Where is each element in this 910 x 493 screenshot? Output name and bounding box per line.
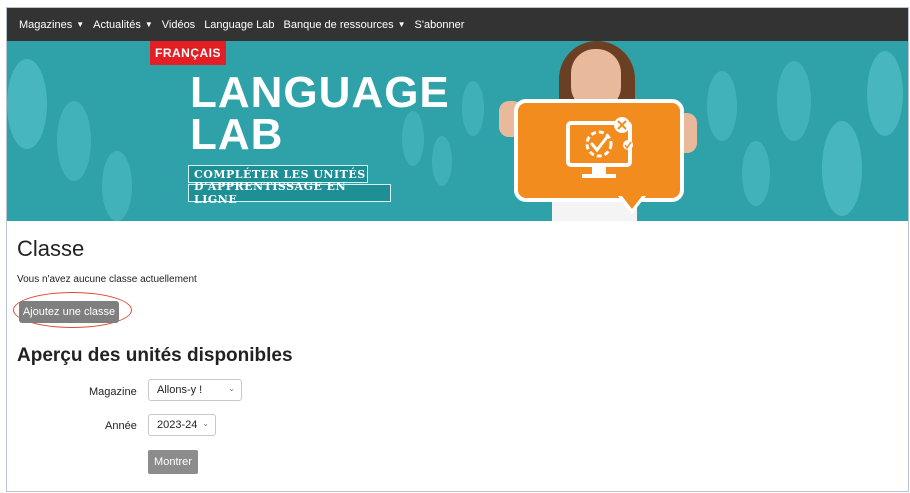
available-units-heading: Aperçu des unités disponibles: [17, 345, 293, 366]
banner-decoration: [102, 151, 132, 221]
no-class-message: Vous n'avez aucune classe actuellement: [17, 274, 197, 285]
speech-bubble-tail-inner: [622, 196, 642, 209]
nav-item-label: Actualités: [93, 18, 141, 31]
banner-decoration: [57, 101, 91, 181]
nav-item-label: Language Lab: [204, 18, 275, 31]
top-navigation-bar: Magazines ▼ Actualités ▼ Vidéos Language…: [7, 8, 908, 41]
browser-viewport: Magazines ▼ Actualités ▼ Vidéos Language…: [6, 7, 909, 492]
nav-item-label: Vidéos: [161, 18, 196, 31]
nav-item-banque-de-ressources[interactable]: Banque de ressources ▼: [284, 19, 406, 31]
magazine-selected-value: Allons-y !: [157, 384, 203, 396]
chevron-down-icon: ⌄: [228, 384, 235, 393]
magazine-select[interactable]: Allons-y ! ⌄: [148, 379, 242, 401]
language-badge: FRANÇAIS: [150, 41, 226, 65]
caret-down-icon: ▼: [397, 20, 406, 29]
annee-label: Année: [105, 420, 137, 432]
caret-down-icon: ▼: [144, 20, 153, 29]
language-lab-banner: FRANÇAIS LANGUAGE LAB COMPLÉTER LES UNIT…: [7, 41, 908, 221]
classe-heading: Classe: [17, 236, 85, 261]
annee-select[interactable]: 2023-24 ⌄: [148, 414, 216, 436]
banner-decoration: [7, 59, 47, 149]
banner-decoration: [822, 121, 862, 216]
computer-checkmark-gear-icon: [566, 117, 633, 178]
nav-item-label: S'abonner: [414, 18, 465, 31]
add-class-button[interactable]: Ajoutez une classe: [19, 301, 119, 323]
banner-decoration: [402, 111, 424, 166]
banner-subtitle-line2: D'APPRENTISSAGE EN LIGNE: [188, 180, 391, 206]
nav-item-label: Banque de ressources: [283, 18, 394, 31]
banner-decoration: [707, 71, 737, 141]
annee-selected-value: 2023-24: [157, 419, 198, 431]
nav-item-videos[interactable]: Vidéos: [162, 19, 195, 31]
chevron-down-icon: ⌄: [202, 419, 209, 428]
banner-decoration: [777, 61, 811, 141]
banner-title-line1: LANGUAGE: [190, 68, 450, 117]
nav-item-label: Magazines: [19, 18, 73, 31]
nav-item-language-lab[interactable]: Language Lab: [204, 19, 274, 31]
banner-title-line2: LAB: [190, 110, 284, 159]
banner-decoration: [867, 51, 903, 136]
magazine-label: Magazine: [89, 386, 137, 398]
banner-decoration: [432, 136, 452, 186]
nav-item-sabonner[interactable]: S'abonner: [415, 19, 465, 31]
show-button[interactable]: Montrer: [148, 450, 198, 474]
speech-bubble-sign: [514, 99, 684, 202]
banner-decoration: [742, 141, 770, 206]
nav-item-magazines[interactable]: Magazines ▼: [19, 19, 84, 31]
caret-down-icon: ▼: [76, 20, 85, 29]
nav-item-actualites[interactable]: Actualités ▼: [93, 19, 153, 31]
banner-decoration: [462, 81, 484, 136]
